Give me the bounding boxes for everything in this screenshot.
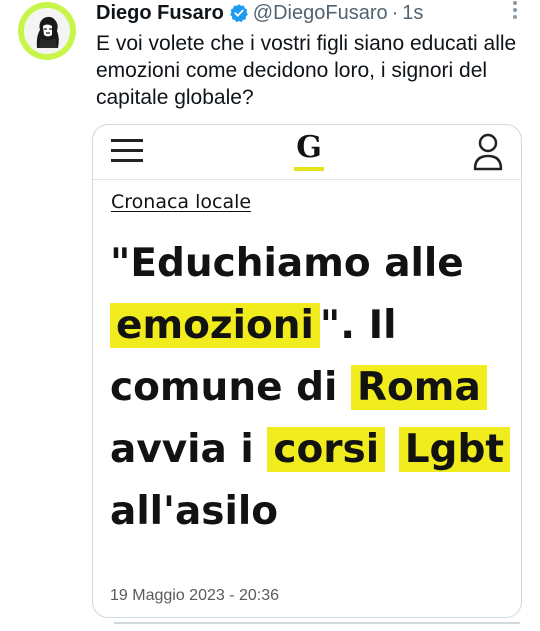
headline-highlight: Lgbt [398,427,511,472]
logo-letter: G [296,130,322,165]
article-date: 19 Maggio 2023 - 20:36 [110,587,280,604]
headline-text: all'asilo [110,489,279,534]
more-icon[interactable] [512,0,518,20]
article-navbar: G [93,125,521,180]
avatar[interactable] [18,2,76,60]
attached-image-card[interactable]: G Cronaca locale "Educhiamo alle emozion… [92,124,522,618]
tweet-timestamp[interactable]: 1s [402,2,423,25]
section-link[interactable]: Cronaca locale [111,191,251,213]
account-icon[interactable] [472,132,504,172]
headline-highlight: Roma [350,365,487,410]
headline-text: avvia i [110,427,254,472]
avatar-portrait [24,8,70,54]
author-name[interactable]: Diego Fusaro [96,2,224,25]
tweet-text: E voi volete che i vostri figli siano ed… [96,32,517,109]
headline-highlight: emozioni [110,303,320,348]
hamburger-menu-icon[interactable] [111,137,143,163]
tweet-header: Diego Fusaro @DiegoFusaro · 1s [96,0,423,26]
divider [114,622,520,624]
logo-underline [294,167,324,171]
separator-dot: · [391,1,399,24]
headline-highlight: corsi [267,427,386,472]
author-handle[interactable]: @DiegoFusaro [253,2,388,25]
verified-badge-icon [229,3,249,23]
article-headline: "Educhiamo alle emozioni ". Il comune di … [110,233,511,543]
headline-text: "Educhiamo alle [110,241,464,286]
newspaper-logo[interactable]: G [289,131,329,175]
